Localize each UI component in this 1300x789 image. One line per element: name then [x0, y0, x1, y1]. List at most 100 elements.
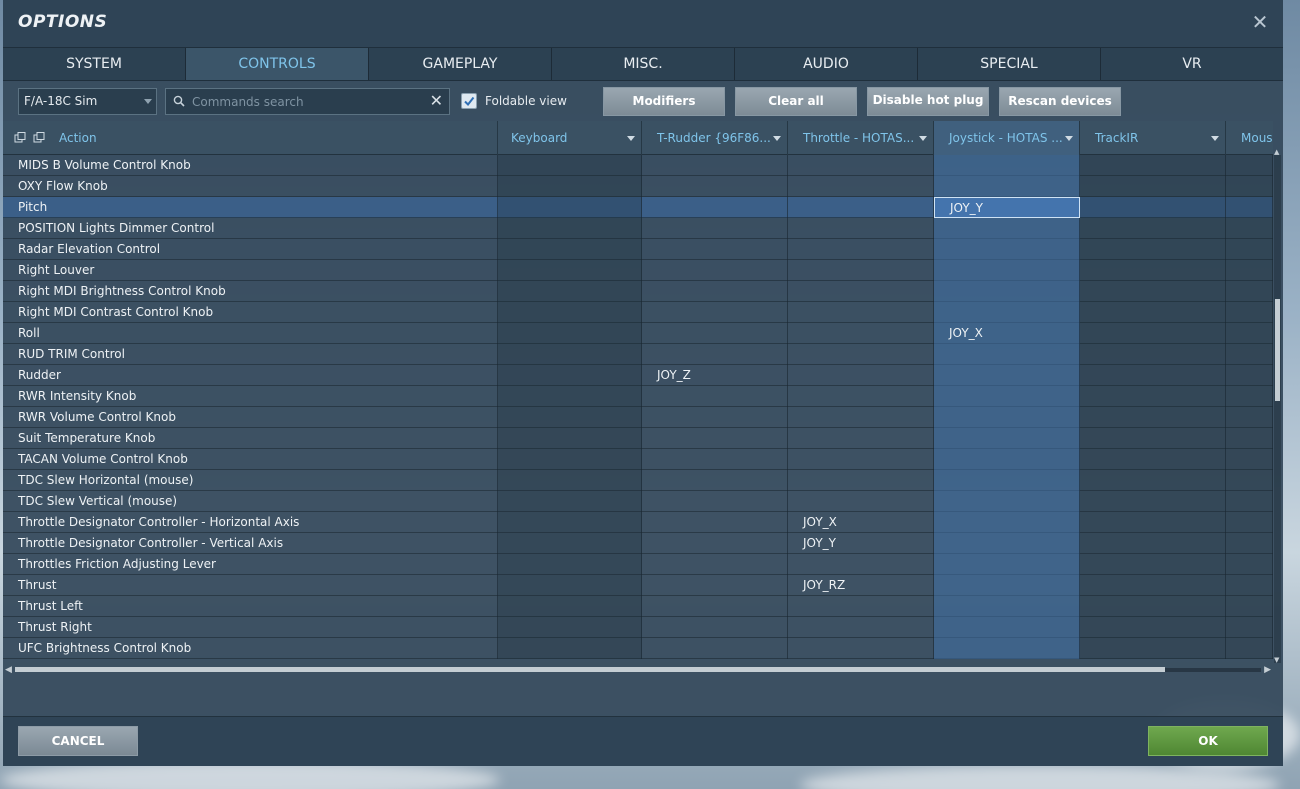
- keyboard-binding-cell[interactable]: [498, 302, 642, 323]
- mouse-binding-cell[interactable]: [1226, 638, 1273, 659]
- trackir-binding-cell[interactable]: [1080, 365, 1226, 386]
- mouse-binding-cell[interactable]: [1226, 365, 1273, 386]
- table-row[interactable]: Thrust Left: [3, 596, 1273, 617]
- throttle-binding-cell[interactable]: [788, 596, 934, 617]
- tab-controls[interactable]: CONTROLS: [186, 48, 369, 80]
- trudder-binding-cell[interactable]: [642, 617, 788, 638]
- table-row[interactable]: Radar Elevation Control: [3, 239, 1273, 260]
- joystick-binding-cell[interactable]: [934, 344, 1080, 365]
- joystick-binding-cell[interactable]: [934, 365, 1080, 386]
- trackir-binding-cell[interactable]: [1080, 176, 1226, 197]
- mouse-binding-cell[interactable]: [1226, 281, 1273, 302]
- keyboard-binding-cell[interactable]: [498, 281, 642, 302]
- trudder-binding-cell[interactable]: [642, 302, 788, 323]
- throttle-binding-cell[interactable]: [788, 239, 934, 260]
- joystick-binding-cell[interactable]: [934, 533, 1080, 554]
- keyboard-binding-cell[interactable]: [498, 449, 642, 470]
- scroll-right-icon[interactable]: ▶: [1264, 665, 1271, 675]
- trackir-binding-cell[interactable]: [1080, 533, 1226, 554]
- trudder-binding-cell[interactable]: JOY_Z: [642, 365, 788, 386]
- vertical-scroll-thumb[interactable]: [1275, 299, 1280, 401]
- throttle-binding-cell[interactable]: [788, 554, 934, 575]
- table-row[interactable]: POSITION Lights Dimmer Control: [3, 218, 1273, 239]
- mouse-binding-cell[interactable]: [1226, 197, 1273, 218]
- trudder-binding-cell[interactable]: [642, 260, 788, 281]
- mouse-binding-cell[interactable]: [1226, 344, 1273, 365]
- mouse-binding-cell[interactable]: [1226, 176, 1273, 197]
- throttle-binding-cell[interactable]: [788, 407, 934, 428]
- scroll-left-icon[interactable]: ◀: [5, 665, 12, 675]
- trudder-binding-cell[interactable]: [642, 449, 788, 470]
- keyboard-binding-cell[interactable]: [498, 176, 642, 197]
- joystick-binding-cell[interactable]: [934, 491, 1080, 512]
- throttle-binding-cell[interactable]: [788, 365, 934, 386]
- keyboard-binding-cell[interactable]: [498, 197, 642, 218]
- joystick-binding-cell[interactable]: [934, 239, 1080, 260]
- joystick-binding-cell[interactable]: [934, 260, 1080, 281]
- throttle-binding-cell[interactable]: [788, 428, 934, 449]
- keyboard-binding-cell[interactable]: [498, 260, 642, 281]
- throttle-binding-cell[interactable]: [788, 281, 934, 302]
- joystick-binding-cell[interactable]: [934, 575, 1080, 596]
- tab-system[interactable]: SYSTEM: [3, 48, 186, 80]
- trackir-binding-cell[interactable]: [1080, 386, 1226, 407]
- joystick-binding-cell[interactable]: [934, 407, 1080, 428]
- keyboard-binding-cell[interactable]: [498, 575, 642, 596]
- joystick-binding-cell[interactable]: [934, 596, 1080, 617]
- throttle-binding-cell[interactable]: [788, 386, 934, 407]
- trackir-binding-cell[interactable]: [1080, 197, 1226, 218]
- trudder-binding-cell[interactable]: [642, 533, 788, 554]
- keyboard-binding-cell[interactable]: [498, 428, 642, 449]
- column-header-t-rudder[interactable]: T-Rudder {96F86...: [642, 121, 788, 155]
- mouse-binding-cell[interactable]: [1226, 491, 1273, 512]
- mouse-binding-cell[interactable]: [1226, 533, 1273, 554]
- horizontal-scroll-thumb[interactable]: [15, 667, 1165, 672]
- table-row[interactable]: Right MDI Brightness Control Knob: [3, 281, 1273, 302]
- trackir-binding-cell[interactable]: [1080, 281, 1226, 302]
- mouse-binding-cell[interactable]: [1226, 218, 1273, 239]
- search-input[interactable]: [192, 92, 422, 111]
- joystick-binding-cell[interactable]: [934, 617, 1080, 638]
- throttle-binding-cell[interactable]: [788, 491, 934, 512]
- clear-all-button[interactable]: Clear all: [735, 87, 857, 116]
- ok-button[interactable]: OK: [1148, 726, 1268, 756]
- joystick-binding-cell[interactable]: [934, 638, 1080, 659]
- joystick-binding-cell[interactable]: [934, 512, 1080, 533]
- keyboard-binding-cell[interactable]: [498, 617, 642, 638]
- table-row[interactable]: UFC Brightness Control Knob: [3, 638, 1273, 659]
- trudder-binding-cell[interactable]: [642, 239, 788, 260]
- modifiers-button[interactable]: Modifiers: [603, 87, 725, 116]
- mouse-binding-cell[interactable]: [1226, 239, 1273, 260]
- table-row[interactable]: Pitch JOY_Y: [3, 197, 1273, 218]
- table-row[interactable]: Throttles Friction Adjusting Lever: [3, 554, 1273, 575]
- table-row[interactable]: Thrust JOY_RZ: [3, 575, 1273, 596]
- trackir-binding-cell[interactable]: [1080, 302, 1226, 323]
- column-header-keyboard[interactable]: Keyboard: [498, 121, 642, 155]
- trudder-binding-cell[interactable]: [642, 554, 788, 575]
- table-row[interactable]: Roll JOY_X: [3, 323, 1273, 344]
- trudder-binding-cell[interactable]: [642, 197, 788, 218]
- joystick-binding-cell[interactable]: [934, 302, 1080, 323]
- trudder-binding-cell[interactable]: [642, 176, 788, 197]
- trudder-binding-cell[interactable]: [642, 323, 788, 344]
- keyboard-binding-cell[interactable]: [498, 407, 642, 428]
- trackir-binding-cell[interactable]: [1080, 344, 1226, 365]
- disable-hot-plug-button[interactable]: Disable hot plug: [867, 87, 989, 116]
- trudder-binding-cell[interactable]: [642, 407, 788, 428]
- joystick-binding-cell[interactable]: JOY_X: [934, 323, 1080, 344]
- table-row[interactable]: Throttle Designator Controller - Vertica…: [3, 533, 1273, 554]
- keyboard-binding-cell[interactable]: [498, 386, 642, 407]
- column-header-action[interactable]: Action: [3, 121, 498, 155]
- clear-search-icon[interactable]: ✕: [430, 91, 443, 110]
- trackir-binding-cell[interactable]: [1080, 260, 1226, 281]
- keyboard-binding-cell[interactable]: [498, 638, 642, 659]
- trackir-binding-cell[interactable]: [1080, 638, 1226, 659]
- mouse-binding-cell[interactable]: [1226, 554, 1273, 575]
- trackir-binding-cell[interactable]: [1080, 239, 1226, 260]
- keyboard-binding-cell[interactable]: [498, 554, 642, 575]
- rescan-devices-button[interactable]: Rescan devices: [999, 87, 1121, 116]
- mouse-binding-cell[interactable]: [1226, 575, 1273, 596]
- horizontal-scrollbar[interactable]: ◀ ▶: [5, 665, 1271, 675]
- joystick-binding-cell[interactable]: [934, 386, 1080, 407]
- column-header-mouse[interactable]: Mous: [1226, 121, 1273, 155]
